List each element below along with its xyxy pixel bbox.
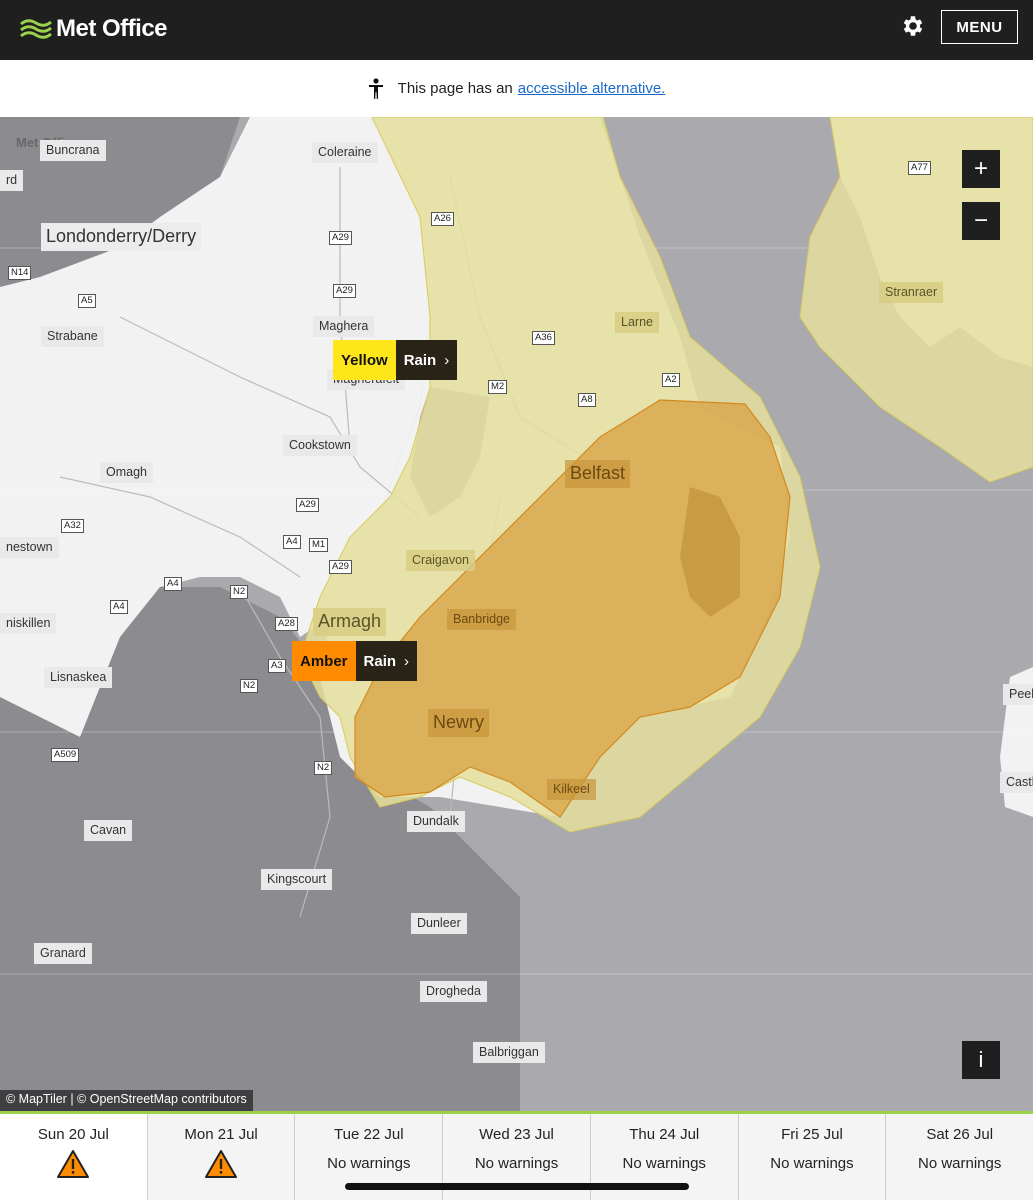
place-label: rd (0, 170, 24, 191)
place-label: Drogheda (420, 981, 487, 1002)
place-label: Strabane (41, 326, 104, 347)
road-shield: A29 (329, 560, 352, 574)
place-label: Lisnaskea (44, 667, 113, 688)
zoom-out-button[interactable]: − (962, 202, 1000, 240)
place-label: Newry (428, 709, 490, 737)
met-office-logo-icon (20, 19, 52, 39)
road-shield: A77 (908, 161, 931, 175)
day-tab-mon[interactable]: Mon 21 Jul (147, 1114, 296, 1200)
road-shield: A32 (61, 519, 84, 533)
accessibility-text: This page has an (397, 80, 513, 97)
place-label: Craigavon (406, 550, 475, 571)
place-label: Dunleer (411, 913, 467, 934)
warning-level: Yellow (333, 340, 396, 380)
road-shield: M1 (309, 538, 329, 552)
day-tab-fri[interactable]: Fri 25 Jul No warnings (738, 1114, 887, 1200)
place-label: Stranraer (879, 282, 944, 303)
road-shield: A4 (283, 535, 301, 549)
place-label: nestown (0, 537, 59, 558)
warning-type: Rain › (355, 641, 418, 681)
road-shield: A28 (275, 617, 298, 631)
day-status: No warnings (622, 1155, 706, 1172)
warning-type: Rain › (395, 340, 458, 380)
day-label: Mon 21 Jul (184, 1126, 258, 1143)
place-label: Cookstown (283, 435, 357, 456)
menu-button[interactable]: MENU (941, 10, 1018, 44)
day-status: No warnings (770, 1155, 854, 1172)
day-status: No warnings (917, 1155, 1002, 1172)
road-shield: N2 (230, 585, 249, 599)
home-indicator (345, 1183, 689, 1190)
day-tab-sat[interactable]: Sat 26 Jul No warnings (886, 1114, 1033, 1200)
road-shield: A4 (164, 577, 182, 591)
road-shield: A509 (51, 748, 80, 762)
road-shield: A29 (333, 284, 356, 298)
road-shield: N2 (240, 679, 259, 693)
place-label: Balbriggan (473, 1042, 545, 1063)
road-shield: A5 (78, 294, 96, 308)
road-shield: A8 (578, 393, 596, 407)
day-label: Thu 24 Jul (629, 1126, 700, 1143)
place-label: Coleraine (312, 142, 378, 163)
road-shield: A36 (532, 331, 555, 345)
road-shield: A2 (662, 373, 680, 387)
day-label: Tue 22 Jul (334, 1126, 404, 1143)
brand-name: Met Office (56, 15, 168, 42)
zoom-in-button[interactable]: + (962, 150, 1000, 188)
day-status: No warnings (327, 1155, 411, 1172)
amber-rain-warning-tag[interactable]: Amber Rain › (292, 641, 418, 681)
place-label: Larne (615, 312, 659, 333)
day-status: No warnings (474, 1155, 559, 1172)
warning-level: Amber (292, 641, 356, 681)
accessibility-person-icon (368, 77, 383, 99)
place-label: Belfast (565, 460, 631, 488)
warning-triangle-icon (57, 1150, 90, 1178)
day-tab-sun[interactable]: Sun 20 Jul (0, 1114, 148, 1200)
road-shield: N2 (314, 761, 333, 775)
met-office-logo[interactable]: Met Office (20, 14, 168, 44)
place-label: Kingscourt (261, 869, 333, 890)
place-label: Kilkeel (547, 779, 596, 800)
road-shield: M2 (488, 380, 508, 394)
day-label: Wed 23 Jul (479, 1126, 554, 1143)
day-label: Sat 26 Jul (926, 1126, 994, 1143)
gear-icon[interactable] (900, 13, 926, 39)
road-shield: A26 (431, 212, 454, 226)
day-label: Fri 25 Jul (781, 1126, 843, 1143)
map-attribution[interactable]: © MapTiler | © OpenStreetMap contributor… (0, 1090, 253, 1111)
place-label: Buncrana (40, 140, 106, 161)
place-label: Dundalk (407, 811, 465, 832)
chevron-right-icon: › (444, 351, 450, 369)
road-shield: A29 (329, 231, 352, 245)
yellow-rain-warning-tag[interactable]: Yellow Rain › (333, 340, 458, 380)
place-label: Omagh (100, 462, 153, 483)
road-shield: N14 (8, 266, 32, 280)
road-shield: A4 (110, 600, 128, 614)
warning-triangle-icon (205, 1150, 238, 1178)
place-label: Cavan (84, 820, 133, 841)
place-label: Granard (34, 943, 92, 964)
warnings-map[interactable]: Met Office Buncrana rd Coleraine Londond… (0, 117, 1033, 1111)
place-label: Banbridge (447, 609, 516, 630)
place-label: Castl (1000, 772, 1033, 793)
map-info-button[interactable]: i (962, 1041, 1000, 1079)
place-label: niskillen (0, 613, 57, 634)
place-label: Maghera (313, 316, 375, 337)
place-label: Armagh (313, 608, 387, 636)
road-shield: A3 (268, 659, 286, 673)
chevron-right-icon: › (404, 652, 410, 670)
place-label: Peel (1003, 684, 1033, 705)
road-shield: A29 (296, 498, 319, 512)
accessible-alternative-link[interactable]: accessible alternative. (518, 80, 666, 97)
map-base-layer (0, 117, 1033, 1111)
site-header: Met Office MENU (0, 0, 1033, 60)
accessibility-banner: This page has an accessible alternative. (0, 60, 1033, 117)
place-label: Londonderry/Derry (41, 223, 202, 251)
day-label: Sun 20 Jul (37, 1126, 109, 1143)
